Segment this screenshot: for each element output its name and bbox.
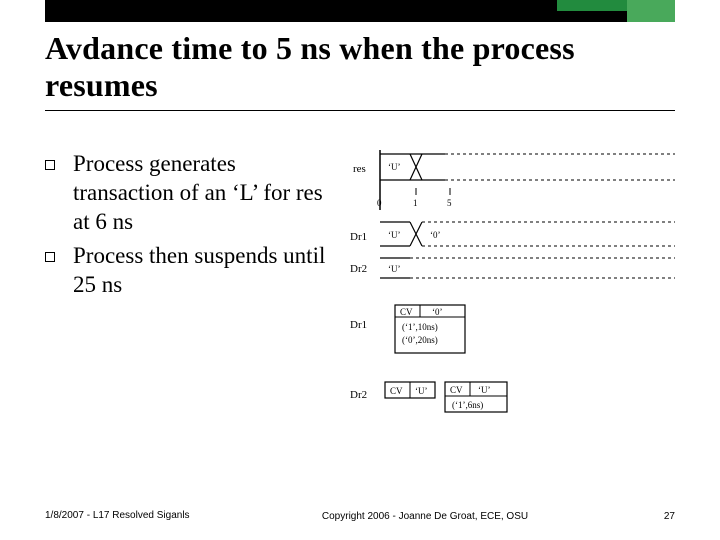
bullet-square-icon — [45, 252, 55, 262]
bullet-text: Process generates transaction of an ‘L’ … — [73, 150, 335, 236]
box1-h2: ‘0’ — [432, 307, 443, 317]
row-label-res: res — [353, 163, 366, 175]
row-label-dr2: Dr2 — [350, 263, 367, 275]
slide-title: Avdance time to 5 ns when the process re… — [45, 30, 675, 111]
dr1-value-a: ‘U’ — [388, 230, 401, 240]
tick-0: 0 — [377, 198, 382, 208]
accent-green-light — [627, 0, 675, 22]
slide-top-accent — [45, 0, 675, 22]
res-value: ‘U’ — [388, 162, 401, 172]
bullet-square-icon — [45, 160, 55, 170]
tick-5: 5 — [447, 198, 452, 208]
dr2-value-a: ‘U’ — [388, 264, 401, 274]
tick-1: 1 — [413, 198, 418, 208]
box1-r2: (‘0’,20ns) — [402, 335, 438, 345]
row-label-Dr2: Dr2 — [350, 389, 367, 401]
box2b-h1: CV — [450, 385, 463, 395]
bullet-text: Process then suspends until 25 ns — [73, 242, 335, 300]
box1-h1: CV — [400, 307, 413, 317]
footer-page-number: 27 — [635, 511, 675, 522]
box1-r1: (‘1’,10ns) — [402, 322, 438, 332]
footer-left: 1/8/2007 - L17 Resolved Siganls — [45, 510, 215, 523]
box2b-h2: ‘U’ — [478, 385, 491, 395]
row-label-Dr1: Dr1 — [350, 319, 367, 331]
footer-center: Copyright 2006 - Joanne De Groat, ECE, O… — [215, 511, 635, 522]
slide-footer: 1/8/2007 - L17 Resolved Siganls Copyrigh… — [45, 510, 675, 523]
list-item: Process generates transaction of an ‘L’ … — [45, 150, 335, 236]
row-label-dr1: Dr1 — [350, 231, 367, 243]
timing-diagram: res ‘U’ 0 1 5 Dr1 ‘U’ ‘0’ Dr2 ‘U’ Dr1 CV… — [350, 150, 680, 450]
dr1-value-b: ‘0’ — [430, 230, 441, 240]
box2a-h1: CV — [390, 386, 403, 396]
bullet-list: Process generates transaction of an ‘L’ … — [45, 150, 335, 306]
list-item: Process then suspends until 25 ns — [45, 242, 335, 300]
box2b-r1: (‘1’,6ns) — [452, 400, 483, 410]
box2a-h2: ‘U’ — [415, 386, 428, 396]
accent-green-dark — [557, 0, 627, 11]
